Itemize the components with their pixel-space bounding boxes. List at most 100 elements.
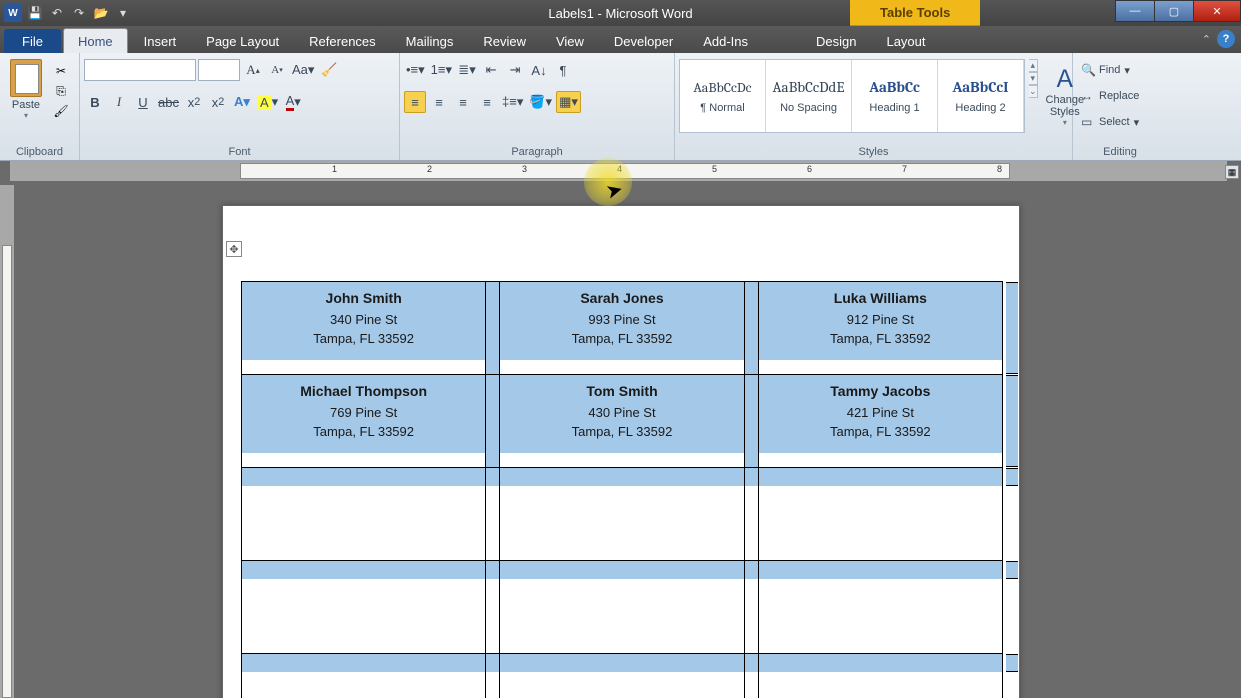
tab-review[interactable]: Review bbox=[469, 29, 540, 53]
style-heading-1[interactable]: AaBbCc Heading 1 bbox=[852, 60, 938, 132]
font-size-combo[interactable] bbox=[198, 59, 240, 81]
grow-font-icon[interactable]: A▴ bbox=[242, 59, 264, 81]
tab-layout[interactable]: Layout bbox=[872, 29, 939, 53]
spacer-cell[interactable] bbox=[486, 654, 500, 698]
spacer-cell[interactable] bbox=[486, 282, 500, 375]
label-cell[interactable]: Tom Smith 430 Pine St Tampa, FL 33592 bbox=[500, 375, 744, 468]
tab-page-layout[interactable]: Page Layout bbox=[192, 29, 293, 53]
undo-icon[interactable]: ↶ bbox=[48, 4, 66, 22]
spacer-cell[interactable] bbox=[486, 561, 500, 654]
word-app-icon[interactable]: W bbox=[4, 4, 22, 22]
strikethrough-icon[interactable]: abc bbox=[156, 91, 181, 113]
justify-icon[interactable]: ≡ bbox=[476, 91, 498, 113]
spacer-cell[interactable] bbox=[486, 375, 500, 468]
italic-button[interactable]: I bbox=[108, 91, 130, 113]
document-area[interactable]: John Smith 340 Pine St Tampa, FL 33592 S… bbox=[14, 181, 1227, 698]
copy-icon[interactable]: ⎘ bbox=[52, 83, 70, 99]
label-cell[interactable] bbox=[242, 654, 486, 698]
numbering-icon[interactable]: 1≡▾ bbox=[429, 59, 454, 81]
align-left-icon[interactable]: ≡ bbox=[404, 91, 426, 113]
tab-mailings[interactable]: Mailings bbox=[392, 29, 468, 53]
styles-row-up-icon[interactable]: ▴ bbox=[1029, 59, 1038, 72]
bold-button[interactable]: B bbox=[84, 91, 106, 113]
ruler-toggle-icon[interactable]: ▦ bbox=[1225, 165, 1239, 179]
text-effects-icon[interactable]: A▾ bbox=[231, 91, 253, 113]
sort-icon[interactable]: A↓ bbox=[528, 59, 550, 81]
close-button[interactable]: ✕ bbox=[1193, 0, 1241, 22]
tab-insert[interactable]: Insert bbox=[130, 29, 191, 53]
new-icon[interactable]: ▾ bbox=[114, 4, 132, 22]
show-hide-icon[interactable]: ¶ bbox=[552, 59, 574, 81]
superscript-icon[interactable]: x2 bbox=[207, 91, 229, 113]
label-cell[interactable] bbox=[500, 654, 744, 698]
spacer-cell[interactable] bbox=[744, 468, 758, 561]
tab-view[interactable]: View bbox=[542, 29, 598, 53]
tab-design[interactable]: Design bbox=[802, 29, 870, 53]
font-color-icon[interactable]: A▾ bbox=[282, 91, 304, 113]
label-cell[interactable]: Sarah Jones 993 Pine St Tampa, FL 33592 bbox=[500, 282, 744, 375]
paste-button[interactable]: Paste ▾ bbox=[4, 59, 48, 120]
shading-icon[interactable]: 🪣▾ bbox=[527, 91, 554, 113]
borders-icon[interactable]: ▦▾ bbox=[556, 91, 581, 113]
page[interactable]: John Smith 340 Pine St Tampa, FL 33592 S… bbox=[222, 205, 1020, 698]
maximize-button[interactable]: ▢ bbox=[1154, 0, 1194, 22]
label-cell[interactable] bbox=[500, 561, 744, 654]
select-button[interactable]: ▭Select ▾ bbox=[1077, 111, 1143, 133]
tab-addins[interactable]: Add-Ins bbox=[689, 29, 762, 53]
underline-button[interactable]: U bbox=[132, 91, 154, 113]
label-cell[interactable]: Michael Thompson 769 Pine St Tampa, FL 3… bbox=[242, 375, 486, 468]
replace-button[interactable]: ↔Replace bbox=[1077, 85, 1143, 107]
label-cell[interactable] bbox=[758, 468, 1002, 561]
open-icon[interactable]: 📂 bbox=[92, 4, 110, 22]
label-cell[interactable] bbox=[758, 561, 1002, 654]
redo-icon[interactable]: ↷ bbox=[70, 4, 88, 22]
align-right-icon[interactable]: ≡ bbox=[452, 91, 474, 113]
styles-row-down-icon[interactable]: ▾ bbox=[1029, 72, 1038, 85]
tab-file[interactable]: File bbox=[4, 29, 61, 53]
multilevel-list-icon[interactable]: ≣▾ bbox=[456, 59, 478, 81]
label-cell[interactable] bbox=[242, 468, 486, 561]
table-row[interactable] bbox=[242, 654, 1003, 698]
tab-developer[interactable]: Developer bbox=[600, 29, 687, 53]
spacer-cell[interactable] bbox=[744, 561, 758, 654]
minimize-button[interactable]: — bbox=[1115, 0, 1155, 22]
style-heading-2[interactable]: AaBbCcI Heading 2 bbox=[938, 60, 1024, 132]
save-icon[interactable]: 💾 bbox=[26, 4, 44, 22]
label-cell[interactable]: Luka Williams 912 Pine St Tampa, FL 3359… bbox=[758, 282, 1002, 375]
clear-formatting-icon[interactable]: 🧹 bbox=[318, 59, 340, 81]
highlight-icon[interactable]: A▾ bbox=[255, 91, 280, 113]
find-button[interactable]: 🔍Find ▾ bbox=[1077, 59, 1134, 81]
tab-references[interactable]: References bbox=[295, 29, 389, 53]
styles-gallery[interactable]: AaBbCcDc ¶ Normal AaBbCcDdE No Spacing A… bbox=[679, 59, 1025, 133]
table-row[interactable] bbox=[242, 468, 1003, 561]
style-no-spacing[interactable]: AaBbCcDdE No Spacing bbox=[766, 60, 852, 132]
decrease-indent-icon[interactable]: ⇤ bbox=[480, 59, 502, 81]
subscript-icon[interactable]: x2 bbox=[183, 91, 205, 113]
minimize-ribbon-icon[interactable]: ⌃ bbox=[1202, 33, 1211, 46]
increase-indent-icon[interactable]: ⇥ bbox=[504, 59, 526, 81]
spacer-cell[interactable] bbox=[744, 654, 758, 698]
align-center-icon[interactable]: ≡ bbox=[428, 91, 450, 113]
change-case-icon[interactable]: Aa▾ bbox=[290, 59, 316, 81]
font-name-combo[interactable] bbox=[84, 59, 196, 81]
label-cell[interactable]: Tammy Jacobs 421 Pine St Tampa, FL 33592 bbox=[758, 375, 1002, 468]
shrink-font-icon[interactable]: A▾ bbox=[266, 59, 288, 81]
horizontal-ruler[interactable]: 1 2 3 4 5 6 7 8 bbox=[10, 161, 1227, 181]
label-cell[interactable]: John Smith 340 Pine St Tampa, FL 33592 bbox=[242, 282, 486, 375]
spacer-cell[interactable] bbox=[744, 282, 758, 375]
spacer-cell[interactable] bbox=[744, 375, 758, 468]
table-move-handle-icon[interactable]: ✥ bbox=[226, 241, 242, 257]
styles-more-icon[interactable]: ⌄ bbox=[1029, 85, 1038, 98]
table-row[interactable] bbox=[242, 561, 1003, 654]
label-cell[interactable] bbox=[758, 654, 1002, 698]
label-cell[interactable] bbox=[242, 561, 486, 654]
style-normal[interactable]: AaBbCcDc ¶ Normal bbox=[680, 60, 766, 132]
table-row[interactable]: John Smith 340 Pine St Tampa, FL 33592 S… bbox=[242, 282, 1003, 375]
format-painter-icon[interactable]: 🖌 bbox=[52, 103, 70, 119]
line-spacing-icon[interactable]: ‡≡▾ bbox=[500, 91, 525, 113]
spacer-cell[interactable] bbox=[486, 468, 500, 561]
vertical-ruler[interactable] bbox=[0, 185, 14, 698]
help-icon[interactable]: ? bbox=[1217, 30, 1235, 48]
bullets-icon[interactable]: •≡▾ bbox=[404, 59, 427, 81]
table-row[interactable]: Michael Thompson 769 Pine St Tampa, FL 3… bbox=[242, 375, 1003, 468]
